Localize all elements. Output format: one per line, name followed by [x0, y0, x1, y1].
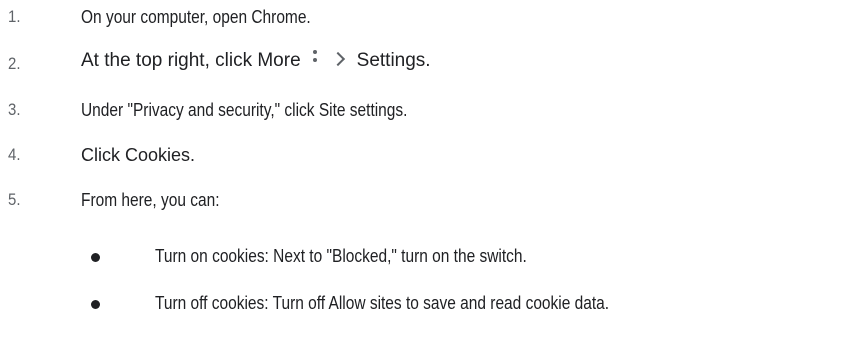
step-text-suffix: Settings.	[356, 50, 431, 71]
step-text: Under "Privacy and security," click Site…	[81, 100, 408, 120]
step-number: 3.	[8, 100, 21, 119]
step-item: 1. On your computer, open Chrome.	[0, 7, 868, 37]
step-text-prefix: At the top right, click More	[81, 50, 301, 71]
step-number: 5.	[8, 190, 21, 209]
more-vert-icon	[309, 50, 321, 70]
step-item: 4. Click Cookies.	[0, 145, 868, 175]
bullet-dot	[91, 253, 100, 262]
step-item: 5. From here, you can:	[0, 190, 868, 220]
step-item: 3. Under "Privacy and security," click S…	[0, 100, 868, 130]
bullet-item: Turn off cookies: Turn off Allow sites t…	[0, 293, 868, 323]
step-text: Click Cookies.	[81, 145, 196, 165]
step-text: From here, you can:	[81, 190, 220, 210]
step-number: 1.	[8, 7, 21, 26]
step-text: At the top right, click More Settings.	[81, 50, 431, 72]
bullet-dot	[91, 300, 100, 309]
bullet-text: Turn on cookies: Next to "Blocked," turn…	[155, 246, 527, 266]
step-item: 2. At the top right, click More Settings.	[0, 50, 868, 82]
step-number: 2.	[8, 54, 21, 73]
step-number: 4.	[8, 145, 21, 164]
bullet-text: Turn off cookies: Turn off Allow sites t…	[155, 293, 610, 313]
step-text: On your computer, open Chrome.	[81, 7, 311, 27]
bullet-item: Turn on cookies: Next to "Blocked," turn…	[0, 246, 868, 276]
chevron-right-icon	[330, 51, 345, 67]
